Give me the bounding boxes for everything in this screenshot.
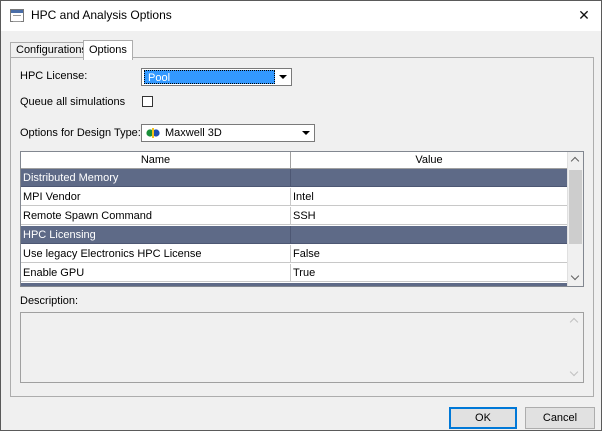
scroll-up-icon: [567, 313, 583, 330]
hpc-license-label: HPC License:: [20, 70, 88, 82]
grid-category-row-partial: [21, 283, 568, 286]
grid-category-row[interactable]: HPC Licensing: [21, 226, 568, 244]
row-value[interactable]: SSH: [291, 207, 568, 225]
options-grid: Name Value Distributed Memory MPI Vendor…: [20, 151, 584, 287]
description-scrollbar: [567, 313, 583, 382]
grid-row[interactable]: Remote Spawn Command SSH: [21, 207, 568, 225]
cancel-button[interactable]: Cancel: [525, 407, 595, 429]
dialog-title: HPC and Analysis Options: [31, 8, 172, 22]
hpc-license-value: Pool: [144, 70, 275, 84]
description-label: Description:: [20, 295, 79, 307]
dialog-window-icon: [10, 9, 24, 22]
ok-button[interactable]: OK: [449, 407, 517, 429]
scroll-down-icon: [567, 365, 583, 382]
row-name: HPC Licensing: [21, 226, 291, 244]
row-value: [291, 169, 568, 187]
queue-simulations-label: Queue all simulations: [20, 96, 126, 108]
grid-header: Name Value: [21, 152, 568, 169]
grid-category-row[interactable]: Distributed Memory: [21, 169, 568, 187]
row-value[interactable]: False: [291, 245, 568, 263]
row-name: Use legacy Electronics HPC License: [21, 245, 291, 263]
hpc-options-dialog: HPC and Analysis Options ✕ Configuration…: [0, 0, 602, 431]
column-header-value[interactable]: Value: [291, 152, 568, 168]
scroll-up-icon[interactable]: [568, 152, 583, 169]
title-bar[interactable]: HPC and Analysis Options ✕: [1, 1, 601, 31]
grid-scrollbar[interactable]: [567, 152, 583, 286]
row-name: MPI Vendor: [21, 188, 291, 206]
row-name: Distributed Memory: [21, 169, 291, 187]
row-value[interactable]: True: [291, 264, 568, 282]
row-value[interactable]: Intel: [291, 188, 568, 206]
grid-row[interactable]: Enable GPU True: [21, 264, 568, 282]
chevron-down-icon[interactable]: [276, 70, 290, 84]
design-type-value: Maxwell 3D: [165, 127, 222, 139]
chevron-down-icon[interactable]: [299, 126, 313, 140]
queue-simulations-checkbox[interactable]: [142, 96, 153, 107]
maxwell-3d-icon: [146, 128, 160, 138]
row-name: Remote Spawn Command: [21, 207, 291, 225]
tab-options[interactable]: Options: [83, 40, 133, 60]
hpc-license-dropdown[interactable]: Pool: [141, 68, 292, 86]
row-name: Enable GPU: [21, 264, 291, 282]
grid-row[interactable]: Use legacy Electronics HPC License False: [21, 245, 568, 263]
design-type-label: Options for Design Type:: [20, 127, 141, 139]
tab-configurations[interactable]: Configurations: [10, 42, 93, 58]
options-panel: HPC License: Pool Queue all simulations …: [10, 57, 594, 397]
scrollbar-thumb[interactable]: [569, 170, 582, 244]
design-type-dropdown[interactable]: Maxwell 3D: [141, 124, 315, 142]
scroll-down-icon[interactable]: [568, 269, 583, 286]
column-header-name[interactable]: Name: [21, 152, 291, 168]
row-value: [291, 226, 568, 244]
description-box: [20, 312, 584, 383]
grid-row[interactable]: MPI Vendor Intel: [21, 188, 568, 206]
close-button[interactable]: ✕: [571, 4, 597, 26]
